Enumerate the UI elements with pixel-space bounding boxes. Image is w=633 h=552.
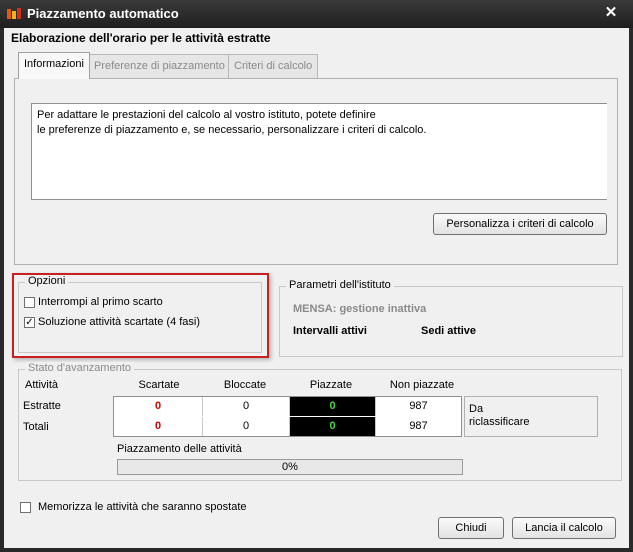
row-head-estratte: Estratte [23,400,61,412]
customize-criteria-button[interactable]: Personalizza i criteri di calcolo [433,213,607,235]
dialog-body: Elaborazione dell'orario per le attività… [4,28,629,548]
dialog-heading: Elaborazione dell'orario per le attività… [11,31,271,45]
parameters-legend: Parametri dell'istituto [286,279,394,291]
estratte-piazzate: 0 [290,397,376,416]
app-logo-icon [7,8,21,19]
checkbox-checked-icon[interactable]: ✓ [24,317,35,328]
remember-moved-activities-label: Memorizza le attività che saranno sposta… [38,501,247,513]
tab-informazioni[interactable]: Informazioni [18,52,90,79]
to-reclassify-line-1: Da [469,403,484,415]
col-head-piazzate: Piazzate [309,379,353,391]
totali-bloccate: 0 [203,417,290,436]
info-line-1: Per adattare le prestazioni del calcolo … [37,109,376,121]
checkbox-unchecked[interactable] [24,297,35,308]
totali-piazzate: 0 [290,417,376,436]
checkbox-unchecked[interactable] [20,502,31,513]
institute-parameters-group: Parametri dell'istituto MENSA: gestione … [279,279,623,357]
estratte-non-piazzate: 987 [376,397,461,416]
option-stop-first-discard-label: Interrompi al primo scarto [38,296,163,308]
to-reclassify-box: Da riclassificare [464,396,598,437]
options-group: Opzioni Interrompi al primo scarto ✓ Sol… [18,275,262,353]
title-bar[interactable]: Piazzamento automatico ✕ [0,0,633,28]
status-legend: Stato d'avanzamento [25,362,135,374]
options-legend: Opzioni [25,275,69,287]
status-table: 0 0 0 987 0 0 0 987 [113,396,462,437]
estratte-scartate: 0 [114,397,203,416]
estratte-bloccate: 0 [203,397,290,416]
close-button[interactable]: Chiudi [438,517,504,539]
totali-scartate: 0 [114,417,203,436]
mensa-status: MENSA: gestione inattiva [293,303,427,315]
window-title: Piazzamento automatico [27,6,179,21]
active-intervals-label: Intervalli attivi [293,325,367,337]
close-icon[interactable]: ✕ [603,5,619,21]
tab-criteri-calcolo[interactable]: Criteri di calcolo [228,54,319,78]
dialog-window: Piazzamento automatico ✕ Elaborazione de… [0,0,633,552]
launch-calculation-button[interactable]: Lancia il calcolo [512,517,616,539]
active-sites-label: Sedi attive [421,325,477,337]
info-text-box: Per adattare le prestazioni del calcolo … [31,103,607,200]
option-solve-discarded-label: Soluzione attività scartate (4 fasi) [38,316,201,328]
to-reclassify-line-2: riclassificare [469,416,530,428]
row-head-totali: Totali [23,421,49,433]
progress-bar: 0% [117,459,463,475]
progress-percent: 0% [282,461,298,473]
col-head-non-piazzate: Non piazzate [389,379,455,391]
col-head-scartate: Scartate [138,379,180,391]
tab-preferenze-piazzamento[interactable]: Preferenze di piazzamento [88,54,231,78]
info-line-2: le preferenze di piazzamento e, se neces… [37,124,427,136]
col-head-bloccate: Bloccate [223,379,267,391]
tab-panel-informazioni: Per adattare le prestazioni del calcolo … [14,78,618,265]
totali-non-piazzate: 987 [376,417,461,436]
progress-status-group: Stato d'avanzamento Attività Scartate Bl… [18,362,622,481]
col-head-attivita: Attività [25,379,59,391]
progress-label: Piazzamento delle attività [117,443,242,455]
